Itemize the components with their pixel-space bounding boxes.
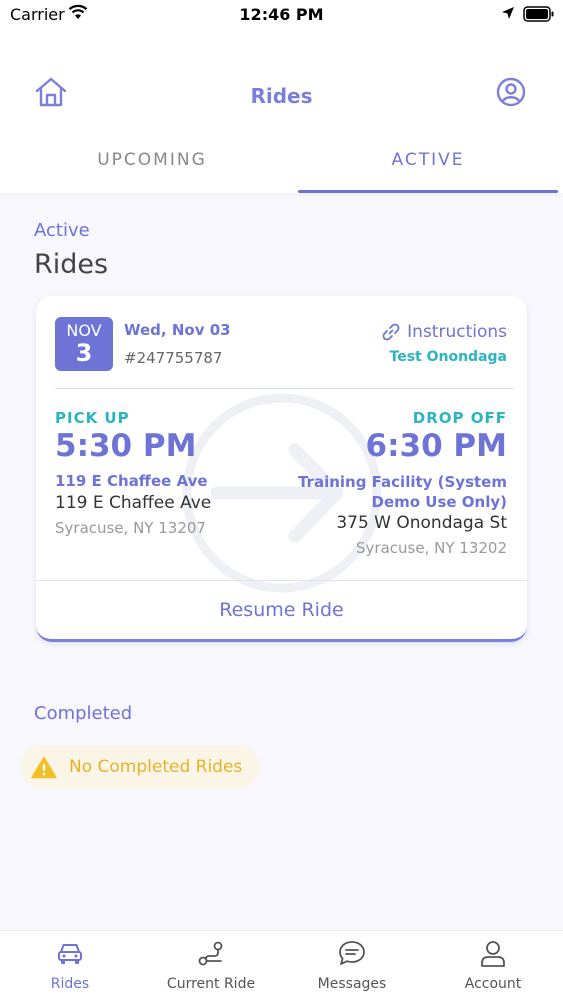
tab-upcoming[interactable]: UPCOMING [22, 150, 282, 170]
tabbar-current-ride[interactable]: Current Ride [141, 931, 281, 1000]
car-icon [58, 944, 82, 964]
warning-icon [31, 756, 57, 778]
dropoff-time: 6:30 PM [365, 428, 507, 464]
active-tab-indicator [298, 190, 558, 193]
tabbar-messages-label: Messages [317, 976, 387, 992]
link-icon [382, 323, 400, 341]
instructions-link[interactable]: Instructions [381, 322, 507, 342]
chat-icon [339, 941, 365, 965]
pickup-street: 119 E Chaffee Ave [55, 493, 212, 513]
ride-id: #247755787 [124, 349, 223, 367]
dropoff-name: Training Facility (System Demo Use Only) [297, 473, 507, 511]
ride-date: Wed, Nov 03 [124, 321, 231, 339]
user-icon [481, 941, 505, 967]
bottom-tab-bar: Rides Current Ride Messages Account [0, 930, 563, 1000]
tabbar-account[interactable]: Account [423, 931, 563, 1000]
instructions-label: Instructions [407, 322, 507, 342]
card-divider [55, 388, 514, 389]
section-subtitle: Active [34, 220, 90, 241]
pickup-name: 119 E Chaffee Ave [55, 472, 208, 490]
dropoff-street: 375 W Onondaga St [336, 513, 507, 533]
clock: 12:46 PM [239, 5, 324, 24]
profile-icon[interactable] [496, 77, 526, 107]
tabbar-rides-label: Rides [50, 976, 90, 992]
tabbar-rides[interactable]: Rides [0, 931, 140, 1000]
completed-heading: Completed [34, 703, 133, 724]
tabbar-account-label: Account [464, 976, 522, 992]
dropoff-label: DROP OFF [412, 409, 507, 427]
ride-card[interactable]: NOV 3 Wed, Nov 03 #247755787 Instruction… [36, 296, 527, 642]
no-completed-rides-text: No Completed Rides [69, 757, 243, 777]
no-completed-rides-notice: No Completed Rides [20, 745, 260, 789]
tabbar-messages[interactable]: Messages [282, 931, 422, 1000]
header: Rides UPCOMING ACTIVE [0, 30, 563, 193]
date-badge: NOV 3 [55, 317, 113, 371]
resume-ride-button[interactable]: Resume Ride [36, 581, 527, 639]
tab-active[interactable]: ACTIVE [298, 150, 558, 170]
page-title: Rides [250, 84, 313, 108]
dropoff-city: Syracuse, NY 13202 [356, 539, 507, 557]
route-icon [198, 941, 223, 966]
badge-day: 3 [75, 339, 93, 367]
location-arrow-icon [502, 7, 514, 19]
pickup-label: PICK UP [55, 409, 130, 427]
section-title: Rides [34, 249, 109, 280]
organization-name: Test Onondaga [389, 349, 507, 365]
badge-month: NOV [66, 321, 102, 340]
pickup-city: Syracuse, NY 13207 [55, 519, 206, 537]
status-bar: Carrier 12:46 PM [0, 0, 563, 30]
battery-icon [523, 6, 554, 22]
pickup-time: 5:30 PM [55, 428, 197, 464]
tabbar-current-ride-label: Current Ride [166, 976, 256, 992]
